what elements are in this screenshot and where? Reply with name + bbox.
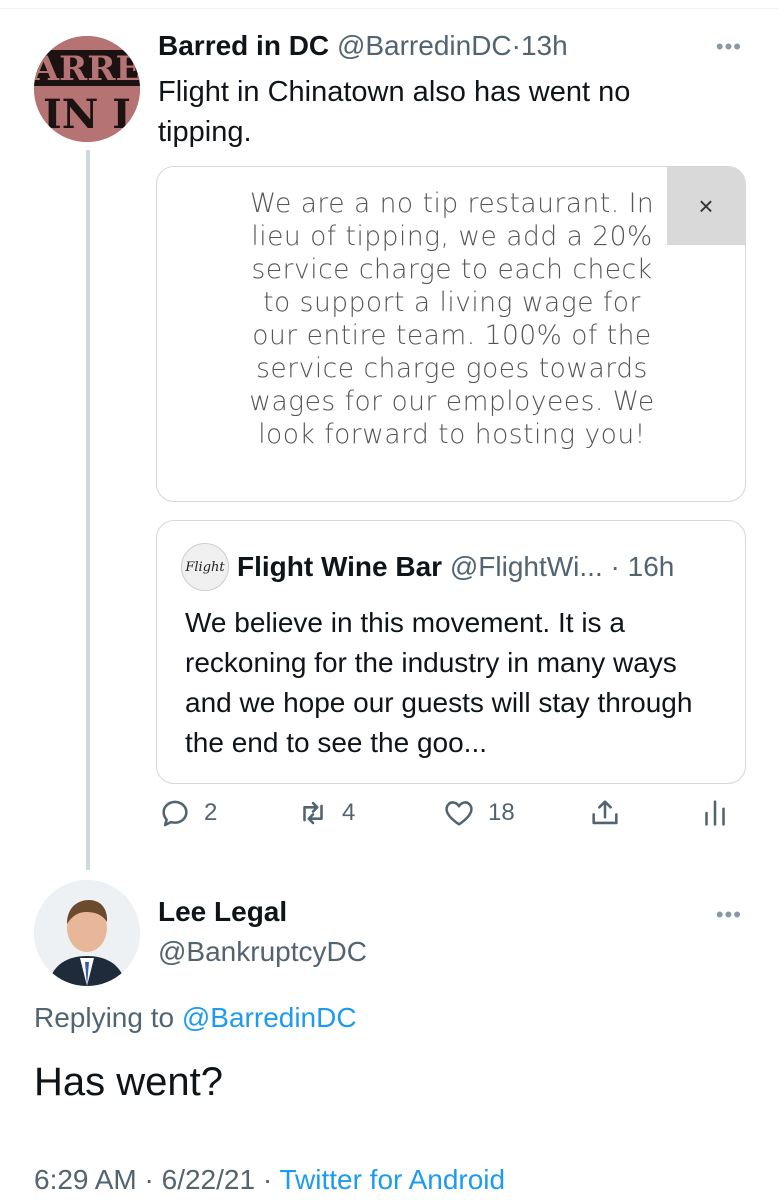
author-handle[interactable]: @BarredinDC [337,30,512,61]
more-options-icon[interactable]: ••• [716,902,742,928]
author-name[interactable]: Lee Legal [158,896,287,928]
tweet-source-link[interactable]: Twitter for Android [279,1164,505,1195]
tweet-text: Has went? [34,1060,223,1104]
separator: · [610,551,620,582]
avatar[interactable] [34,880,140,986]
like-count: 18 [488,799,515,826]
tweet-header: Barred in DC @BarredinDC·13h [158,30,568,62]
thread-line [86,150,90,870]
analytics-button[interactable] [698,796,732,830]
reply-mention-link[interactable]: @BarredinDC [182,1002,357,1033]
avatar[interactable]: ARRE IN I [34,36,140,142]
quoted-tweet[interactable]: Flight Flight Wine Bar @FlightWi... · 16… [156,520,746,784]
replying-prefix: Replying to [34,1002,175,1033]
reply-button[interactable]: 2 [158,796,217,830]
share-icon [592,800,618,825]
top-divider [0,0,778,9]
separator: · [262,1164,273,1195]
author-name[interactable]: Barred in DC [158,30,329,61]
svg-text:IN I: IN I [43,91,131,138]
retweet-button[interactable]: 4 [296,796,355,830]
author-handle[interactable]: @BankruptcyDC [158,936,367,968]
separator: · [511,30,521,61]
tweet-date[interactable]: 6/22/21 [162,1164,255,1195]
tweet-time[interactable]: 13h [521,30,568,61]
quote-avatar: Flight [181,543,229,591]
analytics-icon [705,800,725,826]
more-options-icon[interactable]: ••• [716,34,742,60]
separator: · [144,1164,154,1195]
lee-legal-avatar-image [34,880,140,986]
barred-avatar-image: ARRE IN I [34,36,140,142]
tweet-time[interactable]: 6:29 AM [34,1164,137,1195]
reply-icon [162,800,188,827]
svg-text:ARRE: ARRE [34,49,140,89]
flight-logo-icon: Flight [182,544,228,590]
image-text: We are a no tip restaurant. In lieu of t… [249,188,655,450]
quote-author-handle: @FlightWi... [449,551,603,582]
heart-icon [445,801,473,826]
retweet-count: 4 [342,799,356,826]
svg-text:Flight: Flight [184,560,225,575]
tweet-timestamp: 6:29 AM · 6/22/21 · Twitter for Android [34,1164,505,1196]
quote-text: We believe in this movement. It is a rec… [185,607,693,758]
like-button[interactable]: 18 [442,796,515,830]
close-icon: × [667,167,745,245]
tweet-actions: 2 4 18 [158,796,738,840]
tweet-text: Flight in Chinatown also has went no tip… [158,76,631,148]
attached-image[interactable]: We are a no tip restaurant. In lieu of t… [156,166,746,502]
retweet-icon [303,801,323,825]
quote-header: Flight Wine Bar @FlightWi... · 16h [237,551,674,583]
quote-author-name: Flight Wine Bar [237,551,443,582]
replying-to: Replying to @BarredinDC [34,1002,357,1034]
share-button[interactable] [588,796,622,830]
quote-time: 16h [627,551,675,582]
reply-count: 2 [204,799,218,826]
